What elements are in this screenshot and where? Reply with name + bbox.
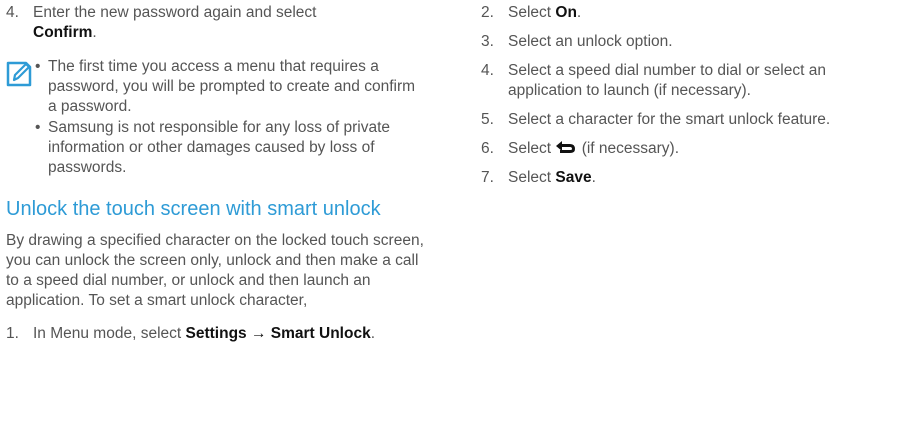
step-text: Select bbox=[508, 4, 556, 21]
save-label: Save bbox=[555, 169, 592, 186]
note-bullet-text: Samsung is not responsible for any loss … bbox=[48, 119, 391, 176]
step-text: Select bbox=[508, 140, 556, 157]
step-2: 2. Select On. bbox=[481, 3, 901, 23]
step-text: Select a speed dial number to dial or se… bbox=[508, 62, 826, 99]
confirm-label: Confirm bbox=[33, 24, 93, 41]
step-number: 4. bbox=[6, 4, 19, 21]
step-number: 3. bbox=[481, 33, 494, 50]
step-3: 3. Select an unlock option. bbox=[481, 32, 901, 52]
step-punct: . bbox=[370, 325, 376, 342]
step-text: In Menu mode, select bbox=[33, 325, 182, 342]
note-bullet: • Samsung is not responsible for any los… bbox=[6, 118, 426, 178]
section-heading: Unlock the touch screen with smart unloc… bbox=[6, 198, 381, 220]
step-text: Select a character for the smart unlock … bbox=[508, 111, 831, 128]
step-number: 4. bbox=[481, 62, 494, 79]
step-punct: . bbox=[591, 169, 596, 186]
note-bullet: • The first time you access a menu that … bbox=[6, 57, 426, 117]
bullet-dot: • bbox=[35, 58, 41, 75]
step-4: 4. Enter the new password again and sele… bbox=[6, 3, 426, 43]
step-number: 5. bbox=[481, 111, 494, 128]
on-label: On bbox=[555, 4, 577, 21]
step-number: 7. bbox=[481, 169, 494, 186]
step-punct: . bbox=[92, 24, 97, 41]
bullet-dot: • bbox=[35, 119, 41, 136]
note-bullet-text: The first time you access a menu that re… bbox=[48, 58, 416, 115]
left-column: 4. Enter the new password again and sele… bbox=[6, 0, 426, 344]
step-number: 2. bbox=[481, 4, 494, 21]
section-paragraph: By drawing a specified character on the … bbox=[6, 232, 424, 309]
back-arrow-icon bbox=[556, 141, 576, 153]
step-text: Select an unlock option. bbox=[508, 33, 673, 50]
step-text: (if necessary). bbox=[577, 140, 680, 157]
step-text: Enter the new password again and select bbox=[33, 4, 317, 21]
step-7: 7. Select Save. bbox=[481, 168, 901, 188]
step-6: 6. Select (if necessary). bbox=[481, 139, 901, 159]
step-1: 1. In Menu mode, select Settings → Smart… bbox=[6, 324, 426, 344]
menu-path: Settings → Smart Unlock bbox=[185, 325, 371, 342]
note-box: • The first time you access a menu that … bbox=[6, 57, 426, 176]
step-number: 1. bbox=[6, 325, 19, 342]
step-5: 5. Select a character for the smart unlo… bbox=[481, 110, 901, 130]
step-4-right: 4. Select a speed dial number to dial or… bbox=[481, 61, 901, 101]
step-punct: . bbox=[576, 4, 582, 21]
right-column: 2. Select On. 3. Select an unlock option… bbox=[481, 3, 901, 197]
step-number: 6. bbox=[481, 140, 494, 157]
step-text: Select bbox=[508, 169, 556, 186]
